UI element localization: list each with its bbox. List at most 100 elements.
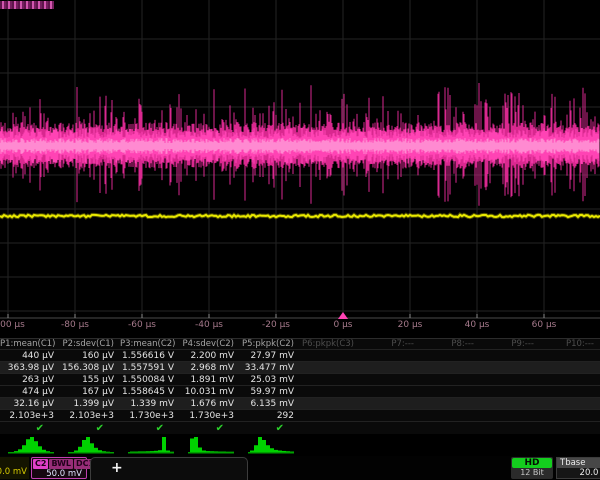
measure-table: P1:mean(C1)P2:sdev(C1)P3:mean(C2)P4:sdev… [0,338,600,435]
measure-stat-row: 440 µV160 µV1.556616 V2.200 mV27.97 mV [0,350,600,362]
measure-param-header[interactable]: P4:sdev(C2) [180,339,240,349]
measure-value-cell [420,410,480,421]
measure-value-cell [540,386,600,397]
measure-value-cell: 1.730e+3 [180,410,240,421]
measure-stat-row: 363.98 µV156.308 µV1.557591 V2.968 mV33.… [0,362,600,374]
measure-value-cell: 1.891 mV [180,374,240,385]
measure-value-cell [540,374,600,385]
measure-value-cell [480,374,540,385]
measure-value-cell: 363.98 µV [0,362,60,373]
measure-param-header[interactable]: P5:pkpk(C2) [240,339,300,349]
measure-histicons [0,434,600,456]
measure-stat-row: 263 µV155 µV1.550084 V1.891 mV25.03 mV [0,374,600,386]
measure-stat-row: 32.16 µV1.399 µV1.339 mV1.676 mV6.135 mV [0,398,600,410]
measure-value-cell: 474 µV [0,386,60,397]
measure-value-cell: 10.031 mV [180,386,240,397]
axis-tick-label: -40 µs [195,320,223,331]
measure-value-cell [420,362,480,373]
measure-value-cell: 1.339 mV [120,398,180,409]
measure-value-cell [360,410,420,421]
c2-vertical-scale: 50.0 mV [33,469,85,480]
measure-value-cell [300,350,360,361]
measure-value-cell [480,386,540,397]
measure-param-header[interactable]: P3:mean(C2) [120,339,180,349]
measure-value-cell [420,350,480,361]
measure-param-header[interactable]: P6:pkpk(C3) [300,339,360,349]
measure-value-cell: 160 µV [60,350,120,361]
measure-value-cell: 33.477 mV [240,362,300,373]
measure-value-cell: 2.200 mV [180,350,240,361]
hd-bits-label: 12 Bit [512,468,552,478]
measure-value-cell: 263 µV [0,374,60,385]
channel-c2-descriptor[interactable]: C2 BWL DC1M 50.0 mV [31,457,87,479]
measure-value-cell: 1.558645 V [120,386,180,397]
measure-value-cell [360,398,420,409]
c2-bwl-badge: BWL [49,459,73,469]
descriptor-bar: DC1M 10.0 mV C2 BWL DC1M 50.0 mV + HD 12… [0,456,600,480]
measure-value-cell [300,398,360,409]
measure-stat-row: 474 µV167 µV1.558645 V10.031 mV59.97 mV [0,386,600,398]
histicon-p1[interactable] [8,435,56,455]
measure-value-cell: 32.16 µV [0,398,60,409]
histicon-p5[interactable] [248,435,296,455]
measure-param-header[interactable]: P8:--- [420,339,480,349]
histicon-p2[interactable] [68,435,116,455]
hd-acquisition-tile[interactable]: HD 12 Bit [511,457,553,479]
oscilloscope-screen: -100 µs-80 µs-60 µs-40 µs-20 µs0 µs20 µs… [0,0,600,480]
measure-value-cell [300,374,360,385]
axis-tick-label: -20 µs [262,320,290,331]
measure-value-cell: 27.97 mV [240,350,300,361]
histicon-p4[interactable] [188,435,236,455]
measure-param-header[interactable]: P1:mean(C1) [0,339,60,349]
measure-param-header[interactable]: P7:--- [360,339,420,349]
measure-value-cell [360,386,420,397]
axis-tick-label: 40 µs [465,320,490,331]
trigger-time-marker [338,312,348,319]
measure-value-cell [360,350,420,361]
axis-tick-label: -80 µs [61,320,89,331]
hd-mode-badge: HD [512,458,552,468]
measure-value-cell: 2.103e+3 [60,410,120,421]
measure-value-cell [480,398,540,409]
axis-tick-label: -60 µs [128,320,156,331]
histicon-p3[interactable] [128,435,176,455]
measure-value-cell: 1.556616 V [120,350,180,361]
measure-value-cell: 156.308 µV [60,362,120,373]
measure-value-cell [300,410,360,421]
measure-value-cell [480,350,540,361]
measure-param-header[interactable]: P10:--- [540,339,600,349]
axis-tick-label: -100 µs [0,320,25,331]
channel-c1-descriptor[interactable]: DC1M 10.0 mV [0,457,29,479]
measure-stat-row: 2.103e+32.103e+31.730e+31.730e+3292 [0,410,600,422]
dialog-panel[interactable]: + [90,457,248,480]
measure-param-header[interactable]: P9:--- [480,339,540,349]
measure-value-cell [540,410,600,421]
measure-value-cell: 1.557591 V [120,362,180,373]
axis-tick-label: 60 µs [532,320,557,331]
add-button[interactable]: + [111,460,123,476]
measure-value-cell: 1.399 µV [60,398,120,409]
measure-value-cell [480,362,540,373]
measure-value-cell: 167 µV [60,386,120,397]
measure-value-cell: 6.135 mV [240,398,300,409]
measure-value-cell: 1.550084 V [120,374,180,385]
measure-value-cell [300,386,360,397]
waveform-display [0,0,600,338]
measure-value-cell: 1.676 mV [180,398,240,409]
measure-value-cell: 440 µV [0,350,60,361]
measure-value-cell [480,410,540,421]
measure-value-cell [300,362,360,373]
measure-value-cell [360,374,420,385]
measure-value-cell [420,398,480,409]
tbase-label: Tbase [557,458,600,468]
measure-value-cell [360,362,420,373]
measure-value-cell: 155 µV [60,374,120,385]
measure-value-cell: 59.97 mV [240,386,300,397]
measure-value-cell: 2.968 mV [180,362,240,373]
timebase-descriptor[interactable]: Tbase 20.0 µs [556,457,600,479]
measure-value-cell [540,350,600,361]
trace-descriptor-mini-badge [0,1,54,9]
waveform-grid[interactable]: -100 µs-80 µs-60 µs-40 µs-20 µs0 µs20 µs… [0,0,600,338]
measure-param-header[interactable]: P2:sdev(C1) [60,339,120,349]
axis-tick-label: 20 µs [398,320,423,331]
